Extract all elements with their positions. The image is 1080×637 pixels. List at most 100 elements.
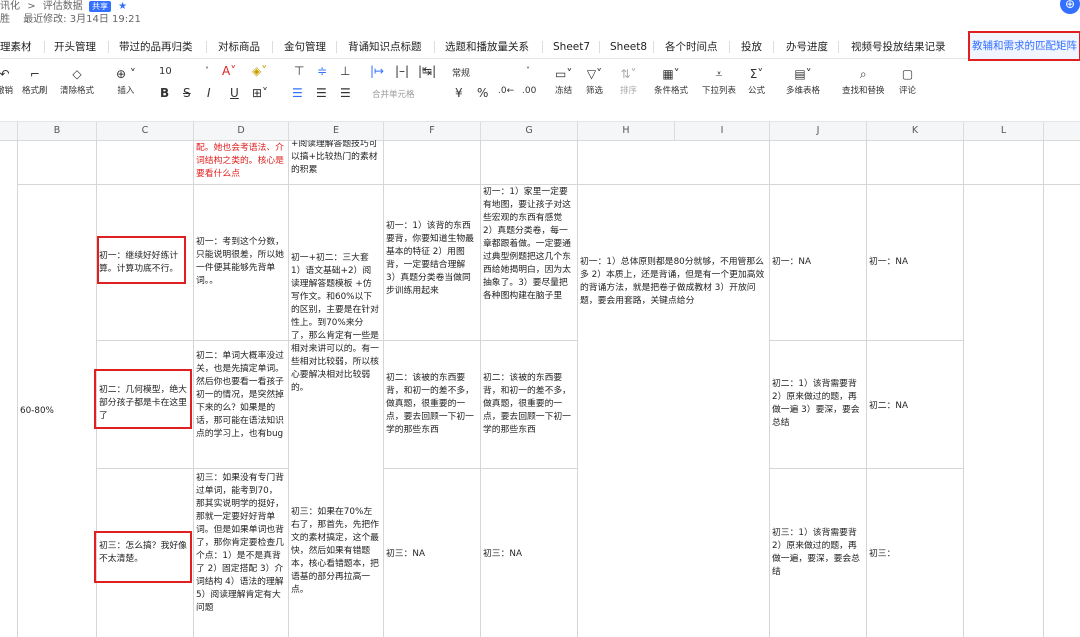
sort-button[interactable]: ⇅˅ 排序 [620, 66, 637, 96]
currency-icon[interactable]: ¥ [455, 86, 463, 100]
cell-G4[interactable]: 初三：NA [483, 548, 573, 561]
cell-F4[interactable]: 初三：NA [386, 548, 476, 561]
filter-icon: ▽˅ [586, 67, 603, 81]
cell-D3[interactable]: 初二：单词大概率没过关，也是先搞定单词。然后你也要看一看孩子初一的情况，是突然掉… [196, 350, 284, 441]
cell-H2[interactable]: 初一：1）总体原则都是80分就够，不用管那么多 2）本质上，还是背诵，但是有一个… [580, 256, 766, 308]
paint-brush-icon: ⌐ [29, 67, 40, 81]
plus-circle-icon: ⊕ ˅ [116, 67, 136, 81]
comment-button[interactable]: ▢ 评论 [899, 66, 916, 96]
fit-text-icon[interactable]: |–| [395, 64, 409, 78]
clear-format-button[interactable]: ◇ 清除格式 [60, 66, 94, 96]
column-header[interactable]: C [97, 122, 194, 140]
sheet-tab[interactable]: 对标商品 [218, 36, 260, 58]
sheet-tab[interactable]: 背诵知识点标题 [348, 36, 422, 58]
doc-meta: 胜 最近修改: 3月14日 19:21 [0, 10, 151, 25]
wrap-text-icon[interactable]: |↦ [370, 64, 384, 78]
cell-J4[interactable]: 初三：1）该背需要背 2）原来做过的题，再做一遍，要深，要会总结 [772, 527, 862, 579]
globe-icon[interactable]: ⊕ [1060, 0, 1080, 14]
formula-button[interactable]: Σ˅ 公式 [748, 66, 765, 96]
chevron-down-icon[interactable]: ˅ [205, 66, 209, 75]
cell-E1[interactable]: +阅读理解答题技巧可以搞+比较热门的素材的积累 [291, 140, 379, 177]
cell-K4[interactable]: 初三： [869, 548, 959, 561]
cell-K2[interactable]: 初一：NA [869, 256, 959, 269]
sort-icon: ⇅˅ [620, 67, 637, 81]
freeze-button[interactable]: ▭˅ 冻结 [555, 66, 572, 96]
corner-cell[interactable] [0, 122, 18, 140]
cell-D2[interactable]: 初一：考到这个分数，只能说明很差，所以她一件便其能够先背单词。。 [196, 236, 284, 288]
strikethrough-icon[interactable]: S [183, 86, 191, 100]
sheet-tab[interactable]: 投放 [741, 36, 762, 58]
multi-table-button[interactable]: ▤˅ 多维表格 [786, 66, 820, 96]
column-header[interactable]: B [18, 122, 97, 140]
column-header[interactable]: D [194, 122, 289, 140]
cell-G3[interactable]: 初二：该被的东西要背，和初一的差不多，做真题，很重要的一点，要去回顾一下初一学的… [483, 372, 573, 437]
font-size-select[interactable]: 10 [159, 66, 172, 77]
sheet-tab[interactable]: 理素材 [0, 36, 32, 58]
bold-icon[interactable]: B [160, 86, 169, 100]
eraser-icon: ◇ [72, 67, 82, 81]
chevron-down-icon[interactable]: ˅ [526, 66, 530, 75]
column-header[interactable]: F [384, 122, 481, 140]
align-left-icon[interactable]: ☰ [292, 86, 303, 100]
italic-icon[interactable]: I [207, 86, 211, 100]
underline-icon[interactable]: U [230, 86, 239, 100]
column-header[interactable]: G [481, 122, 578, 140]
filter-button[interactable]: ▽˅ 筛选 [586, 66, 603, 96]
cell-K3[interactable]: 初二：NA [869, 400, 959, 413]
cell-D4[interactable]: 初三：如果没有专门背过单词，能考到70，那其实说明学的挺好，那就一定要好好背单词… [196, 472, 284, 615]
format-painter-button[interactable]: ⌐ 格式刷 [22, 66, 48, 96]
align-middle-icon[interactable]: ≑ [317, 64, 327, 78]
freeze-icon: ▭˅ [555, 67, 573, 81]
merge-cells-button[interactable]: 合并单元格 [372, 86, 415, 100]
sheet-tab[interactable]: Sheet8 [610, 36, 647, 58]
number-format-select[interactable]: 常规 [452, 66, 470, 79]
overflow-icon[interactable]: |↹| [418, 64, 436, 78]
align-bottom-icon[interactable]: ⊥ [340, 64, 350, 78]
highlight-icon[interactable]: ◈˅ [252, 64, 267, 78]
align-top-icon[interactable]: ⊤ [294, 64, 304, 78]
sigma-icon: Σ˅ [749, 67, 764, 81]
sheet-tab[interactable]: 金句管理 [284, 36, 326, 58]
cell-F3[interactable]: 初二：该被的东西要背，和初一的差不多，做真题，很重要的一点，要去回顾一下初一学的… [386, 372, 476, 437]
conditional-format-button[interactable]: ▦˅ 条件格式 [654, 66, 688, 96]
highlight-box [97, 236, 186, 284]
cell-J2[interactable]: 初一：NA [772, 256, 862, 269]
sheet-tab[interactable]: 办号进度 [786, 36, 828, 58]
sheet-grid[interactable]: 配。她也会考语法、介词结构之类的。核心是要看什么点 +阅读理解答题技巧可以搞+比… [0, 140, 1080, 637]
align-center-icon[interactable]: ☰ [316, 86, 327, 100]
cell-B3[interactable]: 60-80% [20, 405, 94, 418]
dropdown-list-button[interactable]: ⩡ 下拉列表 [702, 66, 736, 96]
cell-E4[interactable]: 初三：如果在70%左右了，那首先，先把作文的素材搞定，这个最快，然后如果有错题本… [291, 506, 379, 597]
cell-J3[interactable]: 初二：1）该背需要背 2）原来做过的题，再做一遍 3）要深，要会总结 [772, 378, 862, 430]
cell-E2[interactable]: 初一+初二：三大套 1）语文基础+2）阅读理解答题模板 +仿写作文。和60%以下… [291, 252, 379, 395]
font-color-icon[interactable]: A˅ [222, 64, 236, 78]
column-header[interactable]: H [578, 122, 675, 140]
decrease-decimal-icon[interactable]: .0← [498, 86, 514, 96]
cell-F2[interactable]: 初一：1）该背的东西要背，你要知道生物最基本的特征 2）用图背，一定要结合理解 … [386, 220, 476, 298]
undo-button[interactable]: ↶ 撤销 [0, 66, 13, 96]
cell-G2[interactable]: 初一：1）家里一定要有地图，要让孩子对这些宏观的东西有感觉 2）真题分类卷，每一… [483, 186, 573, 303]
sheet-tab[interactable]: Sheet7 [553, 36, 590, 58]
column-header[interactable]: L [964, 122, 1044, 140]
column-header[interactable]: I [675, 122, 770, 140]
sheet-tab[interactable]: 带过的品再归类 [119, 36, 193, 58]
column-header[interactable]: J [770, 122, 867, 140]
percent-icon[interactable]: % [477, 86, 488, 100]
sheet-tab[interactable]: 选题和播放量关系 [445, 36, 529, 58]
column-header[interactable]: K [867, 122, 964, 140]
border-icon[interactable]: ⊞˅ [252, 86, 268, 100]
grid-icon: ▦˅ [662, 67, 680, 81]
sheet-tab-active[interactable]: 教辅和需求的匹配矩阵 [968, 31, 1080, 61]
sheet-tab[interactable]: 视频号投放结果记录 [851, 36, 946, 58]
align-right-icon[interactable]: ☰ [340, 86, 351, 100]
sheet-tab[interactable]: 开头管理 [54, 36, 96, 58]
insert-button[interactable]: ⊕ ˅ 插入 [116, 66, 136, 96]
last-modified: 最近修改: 3月14日 19:21 [23, 14, 141, 25]
increase-decimal-icon[interactable]: .00 [522, 86, 536, 96]
cell-D1[interactable]: 配。她也会考语法、介词结构之类的。核心是要看什么点 [196, 142, 284, 181]
sheet-tab[interactable]: 各个时间点 [665, 36, 718, 58]
doc-header: 讯化 > 评估数据 共享 ★ 胜 最近修改: 3月14日 19:21 ⊕ [0, 0, 1080, 30]
column-header[interactable]: E [289, 122, 384, 140]
dropdown-icon: ⩡ [715, 67, 723, 81]
find-replace-button[interactable]: ⌕ 查找和替换 [842, 66, 885, 96]
